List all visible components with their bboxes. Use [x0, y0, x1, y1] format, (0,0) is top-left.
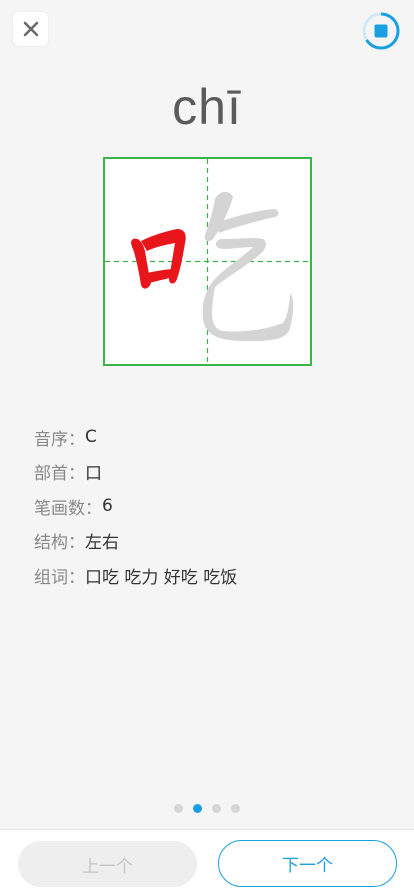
- info-row-structure: 结构： 左右: [34, 524, 237, 559]
- info-label: 结构：: [34, 533, 85, 554]
- remaining-strokes: [202, 191, 294, 341]
- highlighted-strokes: [131, 229, 186, 289]
- page-indicator: [0, 804, 414, 813]
- info-value: C: [85, 427, 97, 448]
- info-row-radical: 部首： 口: [34, 455, 237, 490]
- info-row-sequence: 音序： C: [34, 420, 237, 455]
- info-value: 左右: [85, 533, 119, 554]
- close-button[interactable]: [13, 12, 48, 46]
- page-dot[interactable]: [174, 804, 183, 813]
- info-label: 音序：: [34, 429, 85, 450]
- info-value: 6: [102, 496, 113, 517]
- stop-playback-button[interactable]: [362, 12, 400, 50]
- previous-button[interactable]: 上一个: [18, 841, 197, 887]
- info-row-words: 组词： 口吃 吃力 好吃 吃饭: [34, 558, 237, 593]
- character-info-list: 音序： C 部首： 口 笔画数： 6 结构： 左右 组词： 口吃 吃力 好吃 吃…: [34, 420, 237, 593]
- info-label: 笔画数：: [34, 498, 102, 519]
- bottom-navigation-bar: 上一个 下一个: [0, 829, 414, 896]
- page-dot-active[interactable]: [193, 804, 202, 813]
- pinyin-text: chī: [172, 79, 242, 135]
- info-label: 部首：: [34, 464, 85, 485]
- info-value: 口吃 吃力 好吃 吃饭: [85, 567, 238, 588]
- stroke-order-canvas: [105, 159, 310, 364]
- info-value: 口: [85, 464, 102, 485]
- page-dot[interactable]: [212, 804, 221, 813]
- info-label: 组词：: [34, 567, 85, 588]
- character-stroke-grid: [103, 157, 312, 366]
- page-dot[interactable]: [231, 804, 240, 813]
- stop-icon: [362, 12, 400, 50]
- close-icon: [23, 21, 38, 37]
- info-row-stroke-count: 笔画数： 6: [34, 489, 237, 524]
- next-button[interactable]: 下一个: [218, 840, 397, 887]
